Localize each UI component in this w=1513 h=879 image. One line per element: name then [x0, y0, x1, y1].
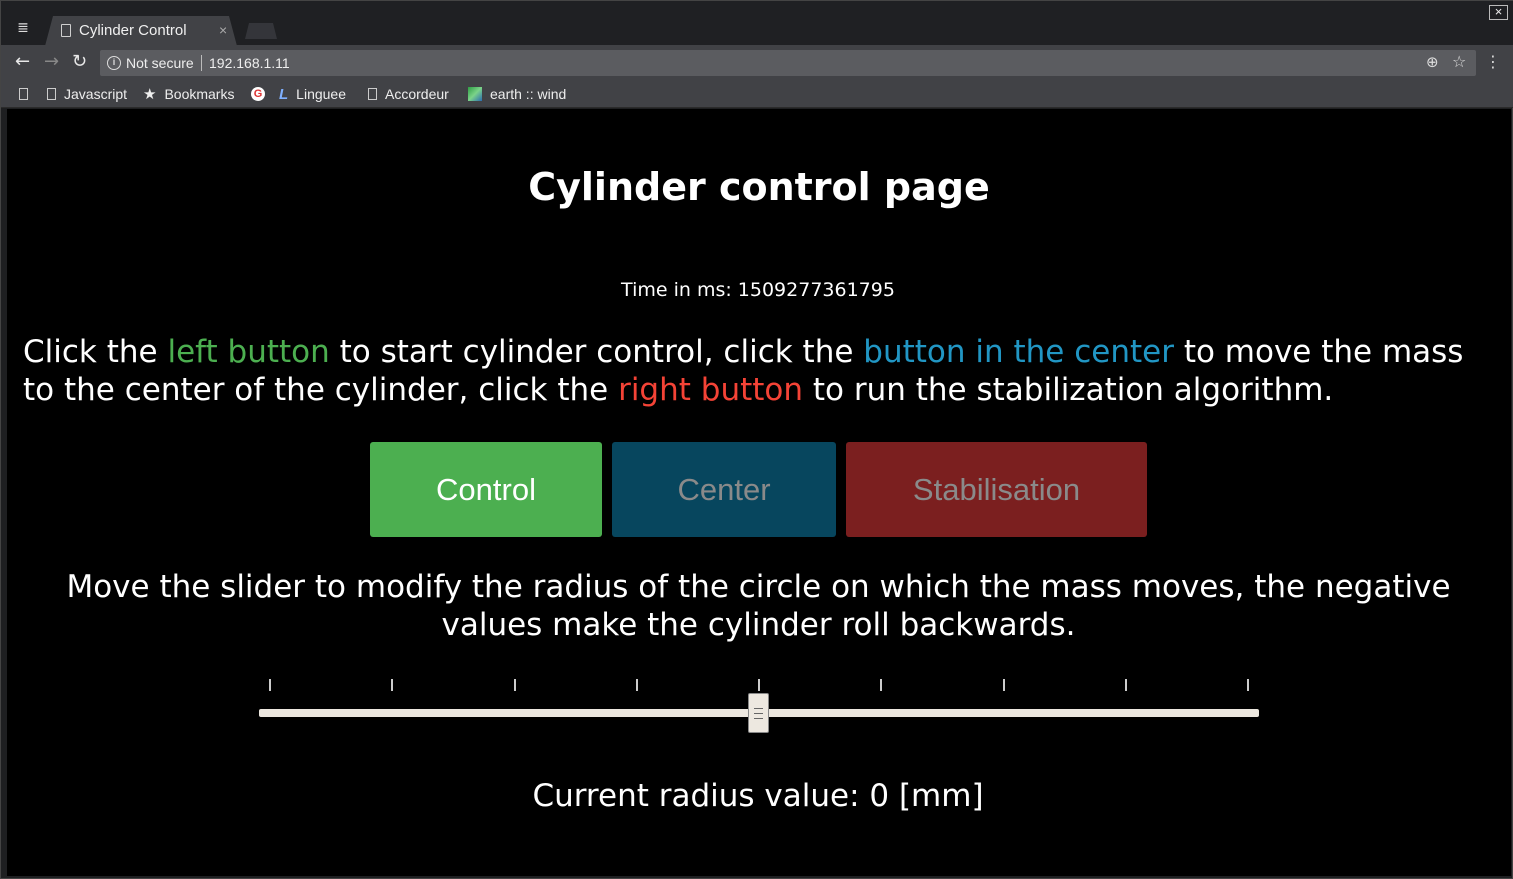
- slider-tick: [1003, 679, 1005, 691]
- left-button-hint: left button: [167, 334, 330, 370]
- window-close-button[interactable]: ×: [1489, 5, 1508, 20]
- center-button-hint: button in the center: [863, 334, 1174, 370]
- slider-ticks: [259, 679, 1259, 693]
- bookmark-linguee[interactable]: L Linguee: [279, 84, 346, 104]
- tab-cylinder-control[interactable]: Cylinder Control ×: [45, 16, 237, 46]
- url-text[interactable]: 192.168.1.11: [209, 55, 290, 71]
- slider-tick: [758, 679, 760, 691]
- apps-page-icon[interactable]: [19, 84, 36, 104]
- slider-tick: [269, 679, 271, 691]
- earth-icon: [468, 87, 482, 101]
- slider-tick: [514, 679, 516, 691]
- page-icon: [368, 88, 377, 100]
- tab-strip: ≣ Cylinder Control × ×: [1, 1, 1513, 46]
- star-icon: ★: [143, 86, 157, 103]
- browser-window: ≣ Cylinder Control × × ← → ↻ i Not secur…: [0, 0, 1513, 879]
- bookmarks-bar: Javascript ★ Bookmarks G L Linguee Accor…: [1, 81, 1513, 108]
- incognito-icon: ≣: [17, 20, 29, 36]
- back-arrow-icon[interactable]: ←: [15, 52, 30, 72]
- reload-icon[interactable]: ↻: [72, 52, 87, 72]
- forward-arrow-icon[interactable]: →: [44, 52, 59, 72]
- bookmark-star-icon[interactable]: ☆: [1452, 52, 1466, 71]
- control-button[interactable]: Control: [370, 442, 602, 537]
- radius-slider-handle[interactable]: [748, 693, 769, 733]
- bookmark-bookmarks[interactable]: ★ Bookmarks: [143, 84, 234, 104]
- bookmark-accordeur[interactable]: Accordeur: [368, 84, 449, 104]
- google-icon: G: [251, 87, 265, 101]
- address-bar[interactable]: i Not secure 192.168.1.11 ⊕ ☆: [100, 50, 1476, 76]
- new-tab-button[interactable]: [245, 23, 277, 39]
- bookmark-google[interactable]: G: [251, 84, 273, 104]
- time-display: Time in ms: 1509277361795: [621, 279, 895, 301]
- tab-close-icon[interactable]: ×: [219, 22, 227, 38]
- slider-tick: [391, 679, 393, 691]
- bookmark-javascript[interactable]: Javascript: [47, 84, 127, 104]
- linguee-icon: L: [279, 85, 289, 103]
- slider-tick: [1125, 679, 1127, 691]
- slider-tick: [1247, 679, 1249, 691]
- page-icon: [61, 24, 71, 37]
- tab-title: Cylinder Control: [79, 22, 187, 39]
- slider-tick: [636, 679, 638, 691]
- radius-value-label: Current radius value: 0 [mm]: [532, 778, 984, 814]
- instructions-text: Click the left button to start cylinder …: [23, 334, 1464, 408]
- divider: [201, 55, 202, 71]
- page-content: Cylinder control page Time in ms: 150927…: [7, 109, 1511, 876]
- slider-description: Move the slider to modify the radius of …: [66, 569, 1451, 643]
- stabilisation-button[interactable]: Stabilisation: [846, 442, 1147, 537]
- bookmark-earth-wind[interactable]: earth :: wind: [468, 84, 566, 104]
- info-icon[interactable]: i: [107, 56, 121, 70]
- page-icon: [47, 88, 56, 100]
- page-title: Cylinder control page: [528, 165, 990, 209]
- kebab-menu-icon[interactable]: ⋮: [1485, 53, 1501, 71]
- security-label[interactable]: Not secure: [126, 55, 194, 71]
- zoom-icon[interactable]: ⊕: [1426, 53, 1439, 71]
- center-button[interactable]: Center: [612, 442, 836, 537]
- right-button-hint: right button: [618, 372, 804, 408]
- slider-tick: [880, 679, 882, 691]
